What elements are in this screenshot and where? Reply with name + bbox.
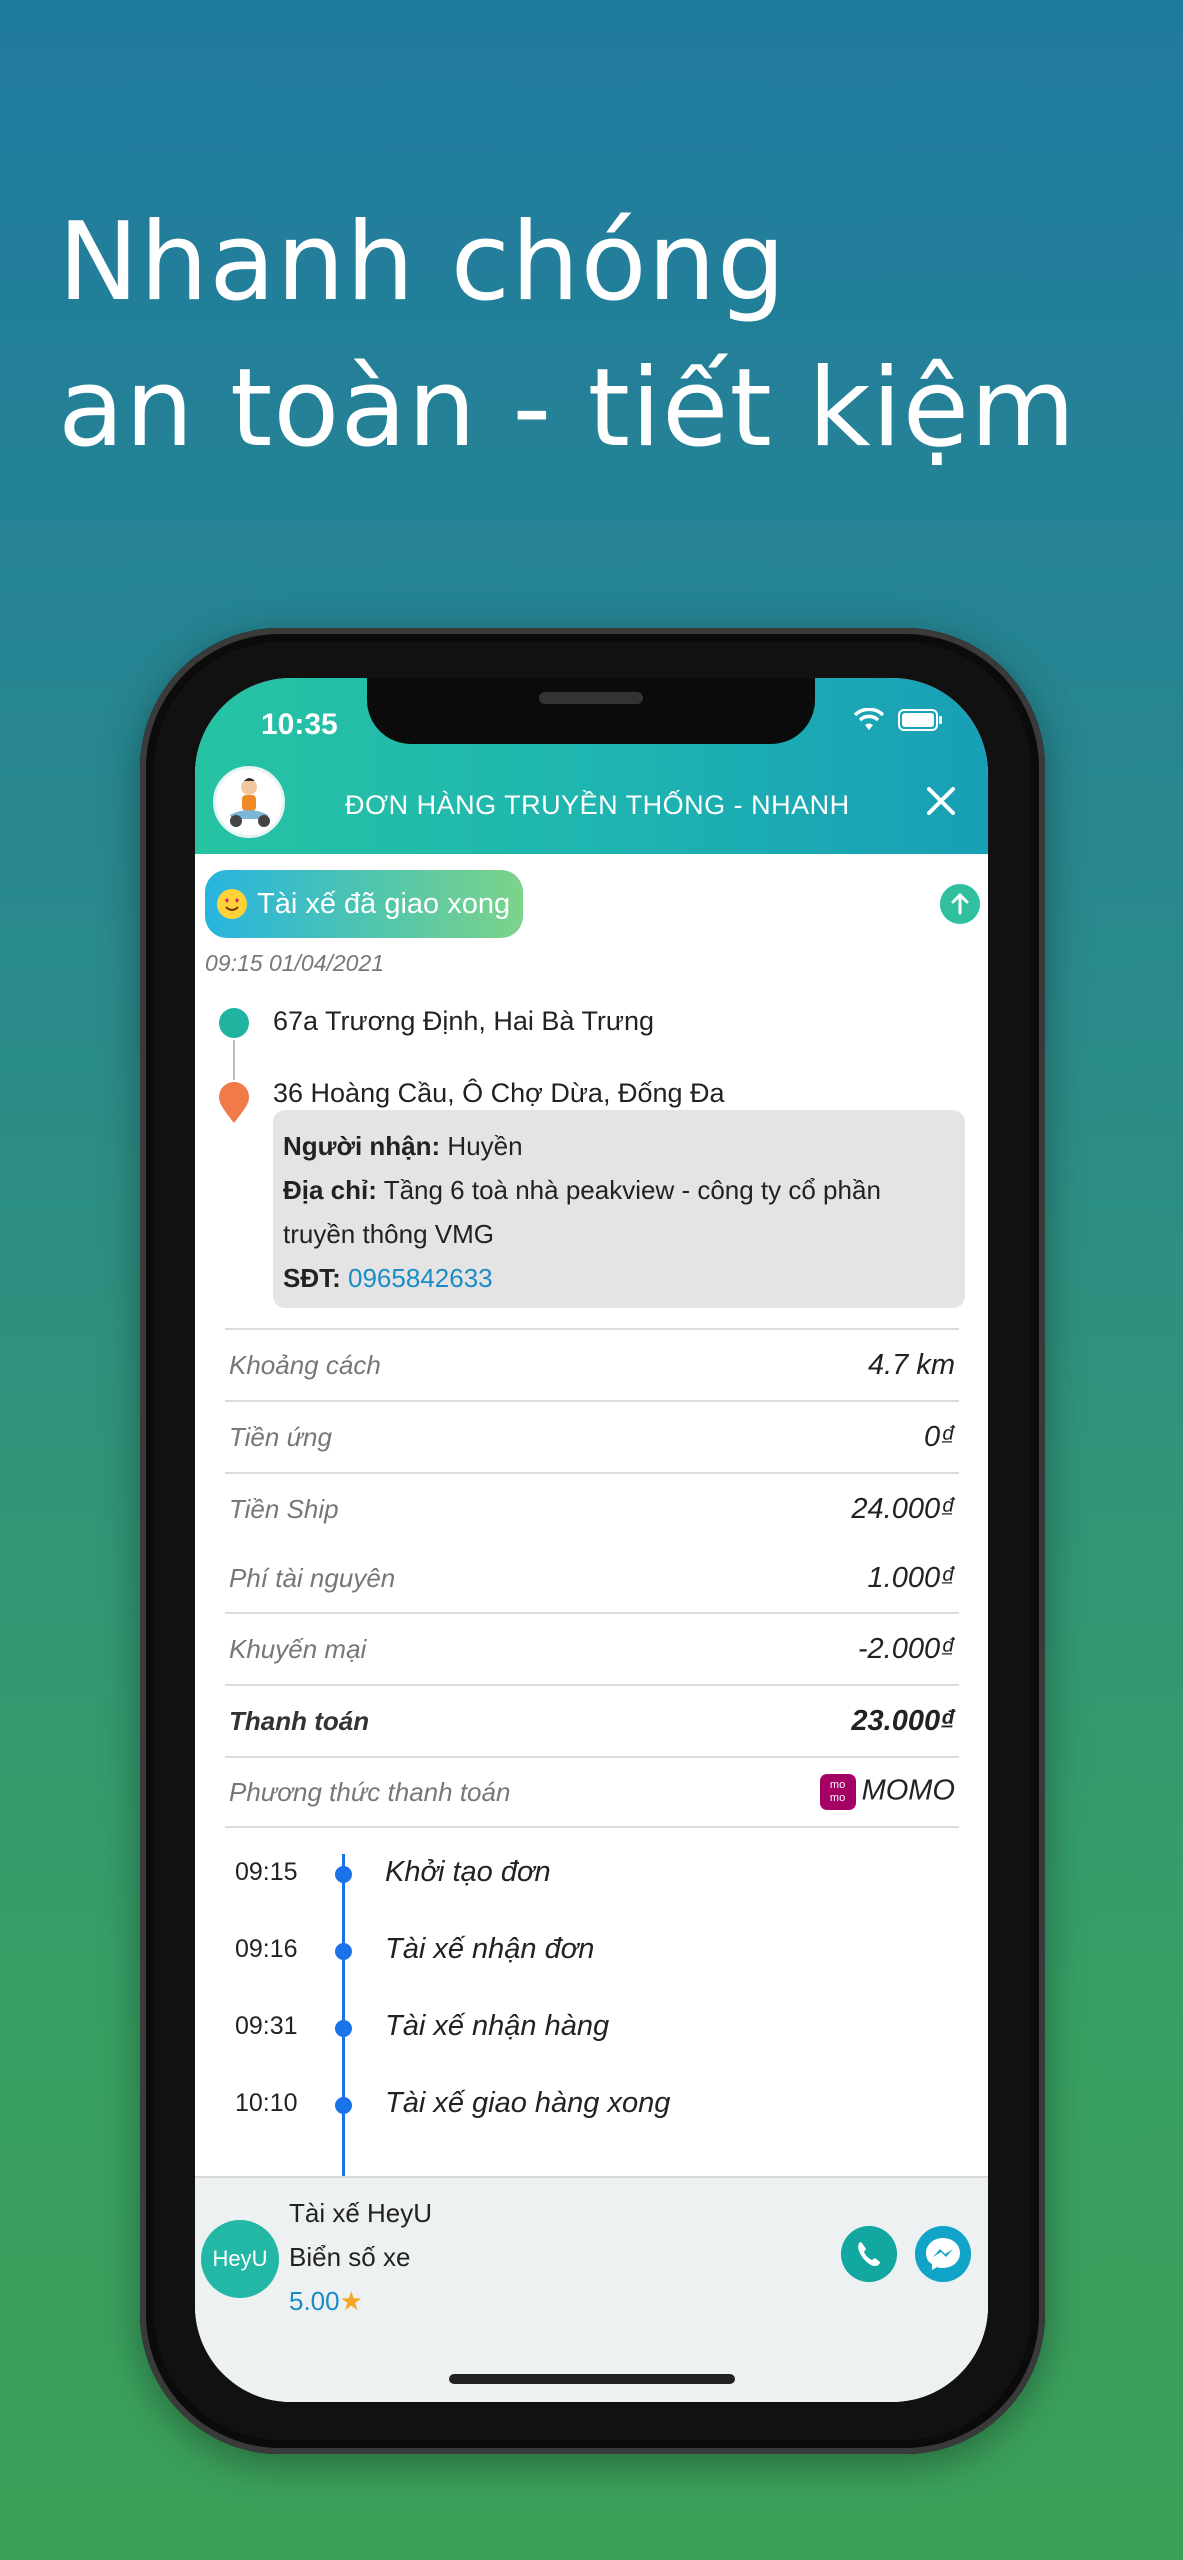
payment-method-value: mo mo MOMO [819,1774,955,1810]
timeline-time: 09:15 [235,1858,298,1886]
header-title: ĐƠN HÀNG TRUYỀN THỐNG - NHANH [345,790,850,820]
receiver-phone-label: SĐT: [283,1263,341,1293]
dropoff-address: 36 Hoàng Cầu, Ô Chợ Dừa, Đống Đa [273,1078,725,1108]
close-icon[interactable] [916,776,966,826]
headline-line-2: an toàn - tiết kiệm [58,346,1077,471]
fee-row-total: Thanh toán 23.000₫ [225,1684,959,1756]
fee-value: 0₫ [923,1420,955,1453]
fee-value: 24.000₫ [851,1492,955,1525]
fee-label: Tiền ứng [229,1421,332,1452]
fee-row-advance: Tiền ứng 0₫ [225,1400,959,1472]
fee-row-promo: Khuyến mại -2.000₫ [225,1612,959,1684]
order-status-text: Tài xế đã giao xong [257,887,511,920]
fee-row-distance: Khoảng cách 4.7 km [225,1328,959,1400]
messenger-icon[interactable] [915,2226,971,2282]
timeline-time: 10:10 [235,2089,298,2117]
location-dot-icon [219,1008,249,1038]
driver-name: Tài xế HeyU [289,2198,433,2228]
driver-plate: Biển số xe [289,2242,411,2272]
fee-label: Khuyến mại [229,1633,367,1664]
order-status-badge: Tài xế đã giao xong [205,870,523,938]
timeline-dot [335,2097,352,2114]
receiver-name-label: Người nhận: [283,1131,441,1161]
receiver-phone-link[interactable]: 0965842633 [348,1263,493,1293]
timeline-text: Tài xế nhận hàng [385,2010,610,2042]
phone-notch [367,678,815,744]
status-icons [854,708,944,732]
home-indicator [449,2374,735,2384]
receiver-card: Người nhận: Huyền Địa chỉ: Tầng 6 toà nh… [273,1110,965,1308]
momo-icon: mo mo [819,1774,856,1810]
timeline-item: 09:31 Tài xế nhận hàng [195,2010,988,2052]
fee-label: Phương thức thanh toán [229,1776,511,1807]
phone-screen: 10:35 ĐƠN HÀNG TRUYỀN THỐNG - NHANH Tài … [195,678,988,2402]
fee-label: Thanh toán [229,1705,370,1736]
wifi-icon [854,708,884,730]
fee-value: 4.7 km [867,1348,955,1381]
speaker [539,692,643,704]
pickup-address: 67a Trương Định, Hai Bà Trưng [273,1006,655,1036]
timeline-item: 09:15 Khởi tạo đơn [195,1856,988,1898]
fee-table: Khoảng cách 4.7 km Tiền ứng 0₫ Tiền Ship… [225,1328,959,1828]
timeline-text: Tài xế giao hàng xong [385,2087,671,2119]
battery-icon [898,709,942,731]
star-icon: ★ [339,2286,363,2316]
headline: Nhanh chóng an toàn - tiết kiệm [58,190,1076,482]
timeline-text: Khởi tạo đơn [385,1856,551,1888]
status-time: 10:35 [261,708,338,741]
fee-row-payment-method: Phương thức thanh toán mo mo MOMO [225,1756,959,1828]
driver-avatar[interactable]: HeyU [201,2220,279,2298]
receiver-address-label: Địa chỉ: [283,1175,377,1205]
timeline-time: 09:16 [235,1935,298,1963]
scooter-avatar-icon[interactable] [213,766,285,838]
fee-label: Phí tài nguyên [229,1562,396,1593]
order-datetime: 09:15 01/04/2021 [205,950,385,976]
headline-line-1: Nhanh chóng [58,200,787,325]
timeline-dot [335,2020,352,2037]
arrow-up-icon[interactable] [940,884,980,924]
timeline-dot [335,1943,352,1960]
payment-method-name: MOMO [861,1774,955,1807]
receiver-name: Huyền [447,1131,523,1161]
fee-row-resource: Phí tài nguyên 1.000₫ [225,1544,959,1612]
driver-rating: 5.00★ [289,2286,363,2317]
timeline-text: Tài xế nhận đơn [385,1933,595,1965]
emoji-heart-eyes-icon [217,889,247,919]
timeline-dot [335,1866,352,1883]
fee-label: Tiền Ship [229,1493,339,1524]
driver-rating-value: 5.00 [289,2286,340,2316]
fee-value: -2.000₫ [857,1632,955,1665]
location-pin-icon [219,1082,249,1123]
timeline-item: 10:10 Tài xế giao hàng xong [195,2087,988,2129]
timeline-time: 09:31 [235,2012,298,2040]
fee-value: 1.000₫ [867,1561,955,1594]
fee-label: Khoảng cách [229,1349,381,1380]
phone-call-icon[interactable] [841,2226,897,2282]
route-line [233,1040,235,1080]
fee-row-ship: Tiền Ship 24.000₫ [225,1472,959,1544]
fee-value: 23.000₫ [851,1704,955,1737]
driver-panel: HeyU Tài xế HeyU Biển số xe 5.00★ [195,2176,988,2402]
timeline-item: 09:16 Tài xế nhận đơn [195,1933,988,1975]
